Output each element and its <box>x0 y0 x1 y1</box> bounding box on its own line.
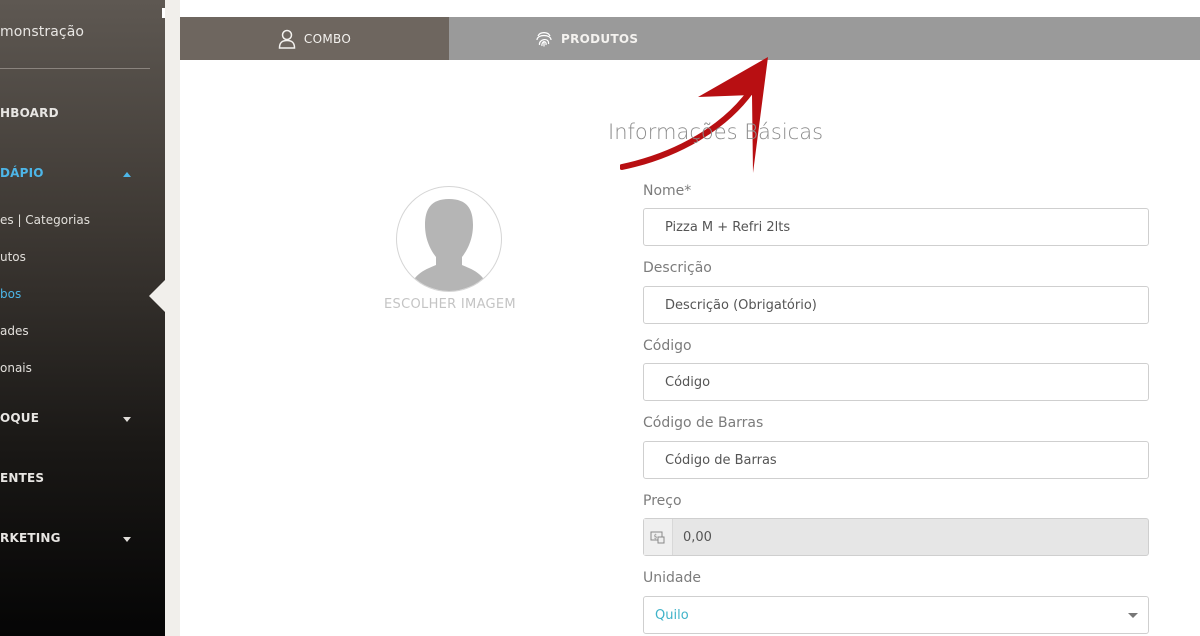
avatar-placeholder[interactable] <box>396 186 502 292</box>
sidebar-subitem-unidades[interactable]: ades <box>0 324 29 338</box>
tab-produtos[interactable]: PRODUTOS <box>449 17 1200 60</box>
sidebar-item-cardapio[interactable]: DÁPIO <box>0 166 44 180</box>
sidebar-subitem-combos[interactable]: bos <box>0 287 21 301</box>
nome-label: Nome* <box>643 183 692 199</box>
active-item-notch <box>149 280 165 312</box>
avatar-silhouette-icon <box>409 199 489 291</box>
preco-value: 0,00 <box>683 529 712 545</box>
chevron-down-icon[interactable] <box>123 417 131 422</box>
tab-produtos-label: PRODUTOS <box>561 31 639 46</box>
codigo-barras-input[interactable]: Código de Barras <box>643 441 1149 479</box>
unidade-selected-value: Quilo <box>655 607 689 623</box>
tab-combo[interactable]: COMBO <box>180 17 449 60</box>
preco-input: $ 0,00 <box>643 518 1149 556</box>
preco-label: Preço <box>643 493 682 509</box>
user-name[interactable]: monstração <box>0 24 84 40</box>
sidebar-subitem-categorias[interactable]: es | Categorias <box>0 213 90 227</box>
chevron-down-icon <box>1128 613 1138 618</box>
sidebar-item-dashboard[interactable]: HBOARD <box>0 106 59 120</box>
codigo-barras-label: Código de Barras <box>643 415 764 431</box>
codigo-input[interactable]: Código <box>643 363 1149 401</box>
sidebar-divider <box>0 68 150 69</box>
svg-text:$: $ <box>654 534 658 541</box>
sidebar-item-marketing[interactable]: RKETING <box>0 531 61 545</box>
unidade-select[interactable]: Quilo <box>643 596 1149 634</box>
sidebar-subitem-produtos[interactable]: utos <box>0 250 26 264</box>
unidade-label: Unidade <box>643 570 701 586</box>
tab-bar: COMBO PRODUTOS <box>180 17 1200 60</box>
descricao-label: Descrição <box>643 260 712 276</box>
section-title: Informações Básicas <box>608 120 824 144</box>
fingerprint-icon <box>535 30 553 48</box>
descricao-input[interactable]: Descrição (Obrigatório) <box>643 286 1149 324</box>
annotation-arrow <box>620 57 768 173</box>
sidebar-item-estoque[interactable]: OQUE <box>0 411 39 425</box>
tab-combo-label: COMBO <box>303 31 352 46</box>
sidebar-subitem-adicionais[interactable]: onais <box>0 361 32 375</box>
sidebar: monstração HBOARD DÁPIO es | Categorias … <box>0 0 165 636</box>
codigo-label: Código <box>643 338 692 354</box>
money-icon: $ <box>644 519 673 555</box>
choose-image-label[interactable]: ESCOLHER IMAGEM <box>378 297 522 312</box>
user-icon <box>278 29 296 49</box>
sidebar-item-clientes[interactable]: ENTES <box>0 471 44 485</box>
nome-input[interactable]: Pizza M + Refri 2lts <box>643 208 1149 246</box>
main-content: COMBO PRODUTOS Informações Básicas ESCOL… <box>180 0 1200 636</box>
sidebar-edge-mark <box>162 8 165 18</box>
chevron-up-icon[interactable] <box>123 172 131 177</box>
chevron-down-icon[interactable] <box>123 537 131 542</box>
